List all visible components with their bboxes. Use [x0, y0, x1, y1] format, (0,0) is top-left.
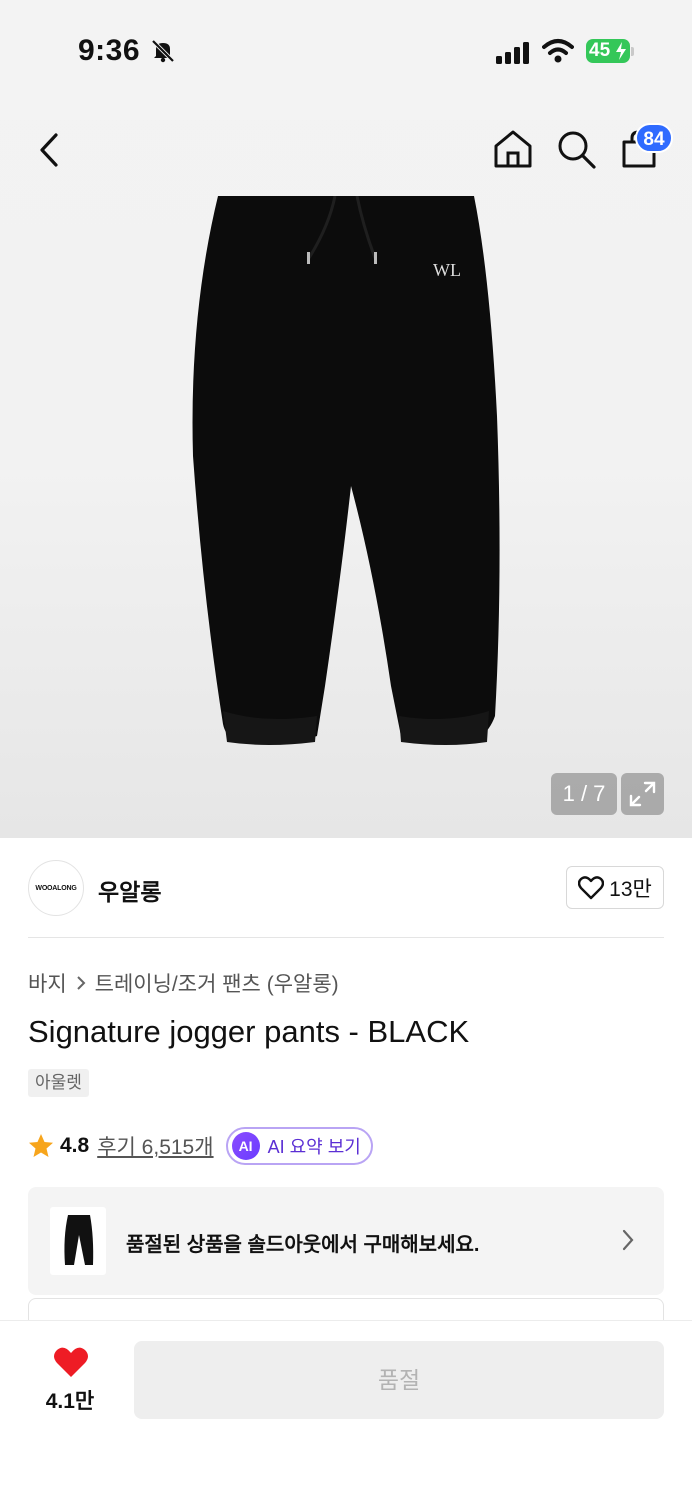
soldout-banner[interactable]: 품절된 상품을 솔드아웃에서 구매해보세요. [28, 1187, 664, 1295]
rating-row: 4.8 후기 6,515개 AI AI 요약 보기 [28, 1126, 373, 1166]
star-icon [29, 1134, 53, 1157]
chevron-right-icon [76, 976, 86, 990]
battery-cap [631, 47, 634, 56]
home-icon[interactable] [492, 128, 534, 170]
ai-icon: AI [231, 1132, 260, 1160]
rating-value: 4.8 [60, 1134, 90, 1157]
divider [28, 937, 664, 938]
status-time: 9:36 [78, 34, 141, 67]
review-link[interactable]: 후기 6,515개 [97, 1131, 213, 1161]
like-count: 4.1만 [45, 1390, 95, 1413]
heart-outline-icon [578, 875, 605, 899]
charging-bolt-icon [616, 42, 626, 60]
product-image[interactable]: WL [185, 196, 507, 748]
breadcrumb: 바지 트레이닝/조거 팬츠 (우알롱) [28, 968, 339, 998]
brand-name[interactable]: 우알롱 [98, 873, 161, 907]
buy-button[interactable]: 품절 [134, 1341, 664, 1419]
brand-logo[interactable]: WOOALONG [28, 860, 84, 916]
expand-image-button[interactable] [621, 773, 664, 815]
brand-mark: WL [433, 260, 461, 280]
wifi-icon [542, 39, 574, 63]
battery-indicator: 45 [586, 39, 630, 63]
product-gallery[interactable]: WL [0, 0, 692, 838]
product-title: Signature jogger pants - BLACK [28, 1014, 470, 1049]
brand-favorite-count: 13만 [609, 877, 652, 901]
heart-filled-icon[interactable] [53, 1346, 89, 1378]
image-pager: 1 / 7 [551, 773, 617, 815]
chevron-right-icon [622, 1229, 634, 1251]
breadcrumb-subcategory[interactable]: 트레이닝/조거 팬츠 (우알롱) [95, 968, 339, 998]
brand-favorite-button[interactable]: 13만 [566, 866, 664, 909]
cellular-signal-icon [496, 42, 529, 64]
outlet-tag: 아울렛 [28, 1069, 89, 1097]
soldout-thumbnail [50, 1207, 106, 1275]
back-icon[interactable] [34, 130, 70, 170]
ai-summary-button[interactable]: AI AI 요약 보기 [225, 1127, 373, 1165]
bell-muted-icon [151, 39, 175, 63]
pants-thumbnail-icon [64, 1215, 94, 1265]
breadcrumb-category[interactable]: 바지 [28, 968, 67, 998]
soldout-banner-text: 품절된 상품을 솔드아웃에서 구매해보세요. [126, 1234, 480, 1256]
cart-count-badge[interactable]: 84 [635, 123, 673, 153]
battery-level: 45 [589, 40, 611, 61]
ai-summary-label: AI 요약 보기 [267, 1137, 361, 1157]
expand-icon [629, 781, 656, 807]
search-icon[interactable] [555, 128, 597, 170]
